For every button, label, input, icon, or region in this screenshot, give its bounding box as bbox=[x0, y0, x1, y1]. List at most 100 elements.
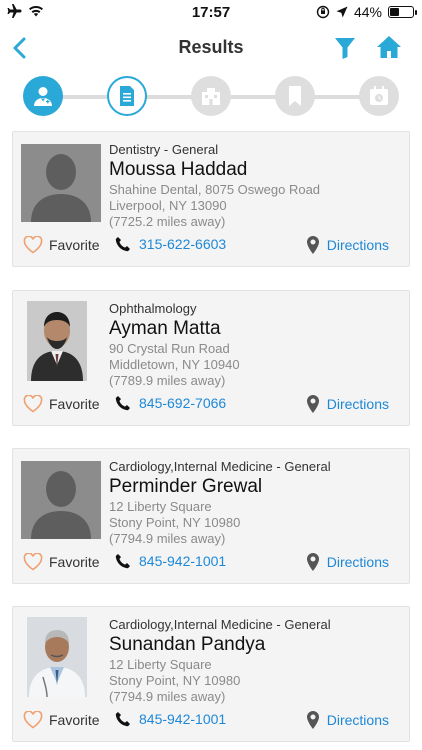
doctor-portrait-image bbox=[27, 301, 87, 381]
filter-icon bbox=[335, 38, 355, 59]
doctor-name: Sunandan Pandya bbox=[109, 634, 266, 655]
step-building[interactable] bbox=[191, 76, 231, 116]
result-actions: Favorite 845-942-1001 Directions bbox=[21, 553, 401, 573]
building-icon bbox=[202, 88, 220, 105]
favorite-button[interactable]: Favorite bbox=[23, 236, 100, 254]
distance: (7794.9 miles away) bbox=[109, 689, 226, 704]
directions-link[interactable]: Directions bbox=[306, 236, 389, 254]
directions-link[interactable]: Directions bbox=[306, 553, 389, 571]
home-button[interactable] bbox=[376, 34, 402, 60]
address-line-2: Middletown, NY 10940 bbox=[109, 357, 240, 372]
address-line-2: Liverpool, NY 13090 bbox=[109, 198, 227, 213]
step-bookmark[interactable] bbox=[275, 76, 315, 116]
doctor-name: Ayman Matta bbox=[109, 318, 221, 339]
address-line-2: Stony Point, NY 10980 bbox=[109, 673, 241, 688]
phone-link[interactable]: 845-942-1001 bbox=[115, 553, 226, 569]
specialty: Cardiology,Internal Medicine - General bbox=[109, 617, 331, 632]
phone-icon bbox=[115, 237, 130, 252]
person-silhouette-icon bbox=[21, 144, 101, 222]
map-pin-icon bbox=[306, 553, 319, 571]
favorite-label: Favorite bbox=[49, 554, 100, 570]
result-card[interactable]: Cardiology,Internal Medicine - General P… bbox=[12, 448, 410, 584]
phone-icon bbox=[115, 396, 130, 411]
step-progress bbox=[0, 76, 422, 118]
directions-link[interactable]: Directions bbox=[306, 711, 389, 729]
result-card[interactable]: Ophthalmology Ayman Matta 90 Crystal Run… bbox=[12, 290, 410, 426]
doctor-portrait-image bbox=[27, 617, 87, 697]
phone-number: 845-692-7066 bbox=[139, 395, 227, 411]
specialty: Dentistry - General bbox=[109, 142, 219, 157]
nav-bar: Results bbox=[0, 26, 422, 70]
battery-fill bbox=[390, 8, 400, 16]
home-icon bbox=[377, 36, 401, 58]
favorite-label: Favorite bbox=[49, 237, 100, 253]
calendar-icon bbox=[370, 86, 388, 105]
phone-link[interactable]: 845-942-1001 bbox=[115, 711, 226, 727]
doctor-name: Moussa Haddad bbox=[109, 159, 248, 180]
heart-icon bbox=[23, 236, 43, 254]
address-line-2: Stony Point, NY 10980 bbox=[109, 515, 241, 530]
phone-link[interactable]: 315-622-6603 bbox=[115, 236, 226, 252]
distance: (7794.9 miles away) bbox=[109, 531, 226, 546]
heart-icon bbox=[23, 395, 43, 413]
result-info: Cardiology,Internal Medicine - General S… bbox=[109, 617, 401, 705]
map-pin-icon bbox=[306, 711, 319, 729]
step-document[interactable] bbox=[107, 76, 147, 116]
distance: (7725.2 miles away) bbox=[109, 214, 226, 229]
heart-icon bbox=[23, 711, 43, 729]
result-info: Dentistry - General Moussa Haddad Shahin… bbox=[109, 142, 401, 230]
specialty: Ophthalmology bbox=[109, 301, 197, 316]
address-line-1: 12 Liberty Square bbox=[109, 657, 212, 672]
directions-link[interactable]: Directions bbox=[306, 395, 389, 413]
battery-percent: 44% bbox=[353, 4, 382, 20]
map-pin-icon bbox=[306, 395, 319, 413]
address-line-1: 90 Crystal Run Road bbox=[109, 341, 230, 356]
favorite-label: Favorite bbox=[49, 712, 100, 728]
status-right: 44% bbox=[316, 4, 417, 20]
result-card[interactable]: Dentistry - General Moussa Haddad Shahin… bbox=[12, 131, 410, 267]
person-silhouette-icon bbox=[21, 461, 101, 539]
result-card[interactable]: Cardiology,Internal Medicine - General S… bbox=[12, 606, 410, 742]
result-actions: Favorite 315-622-6603 Directions bbox=[21, 236, 401, 256]
rotation-lock-icon bbox=[316, 5, 330, 19]
result-info: Cardiology,Internal Medicine - General P… bbox=[109, 459, 401, 547]
directions-label: Directions bbox=[326, 396, 389, 412]
phone-icon bbox=[115, 554, 130, 569]
doctor-name: Perminder Grewal bbox=[109, 476, 263, 497]
doctor-photo-placeholder bbox=[21, 144, 101, 222]
directions-label: Directions bbox=[326, 237, 389, 253]
directions-label: Directions bbox=[326, 554, 389, 570]
specialty: Cardiology,Internal Medicine - General bbox=[109, 459, 331, 474]
map-pin-icon bbox=[306, 236, 319, 254]
doctor-icon bbox=[34, 87, 52, 106]
favorite-label: Favorite bbox=[49, 396, 100, 412]
result-actions: Favorite 845-942-1001 Directions bbox=[21, 711, 401, 731]
distance: (7789.9 miles away) bbox=[109, 373, 226, 388]
result-info: Ophthalmology Ayman Matta 90 Crystal Run… bbox=[109, 301, 401, 389]
bookmark-icon bbox=[289, 86, 301, 106]
directions-label: Directions bbox=[326, 712, 389, 728]
favorite-button[interactable]: Favorite bbox=[23, 711, 100, 729]
phone-number: 315-622-6603 bbox=[139, 236, 227, 252]
phone-link[interactable]: 845-692-7066 bbox=[115, 395, 226, 411]
step-calendar[interactable] bbox=[359, 76, 399, 116]
phone-icon bbox=[115, 712, 130, 727]
location-arrow-icon bbox=[336, 6, 348, 18]
address-line-1: 12 Liberty Square bbox=[109, 499, 212, 514]
doctor-photo-placeholder bbox=[21, 461, 101, 539]
address-line-1: Shahine Dental, 8075 Oswego Road bbox=[109, 182, 321, 197]
favorite-button[interactable]: Favorite bbox=[23, 395, 100, 413]
result-actions: Favorite 845-692-7066 Directions bbox=[21, 395, 401, 415]
filter-button[interactable] bbox=[334, 36, 356, 60]
favorite-button[interactable]: Favorite bbox=[23, 553, 100, 571]
phone-number: 845-942-1001 bbox=[139, 711, 227, 727]
status-bar: 17:57 44% bbox=[0, 0, 422, 24]
document-icon bbox=[120, 86, 134, 106]
step-doctor[interactable] bbox=[23, 76, 63, 116]
heart-icon bbox=[23, 553, 43, 571]
page-title: Results bbox=[178, 37, 244, 57]
battery-icon bbox=[388, 6, 417, 18]
phone-number: 845-942-1001 bbox=[139, 553, 227, 569]
doctor-photo bbox=[27, 301, 87, 381]
doctor-photo bbox=[27, 617, 87, 697]
